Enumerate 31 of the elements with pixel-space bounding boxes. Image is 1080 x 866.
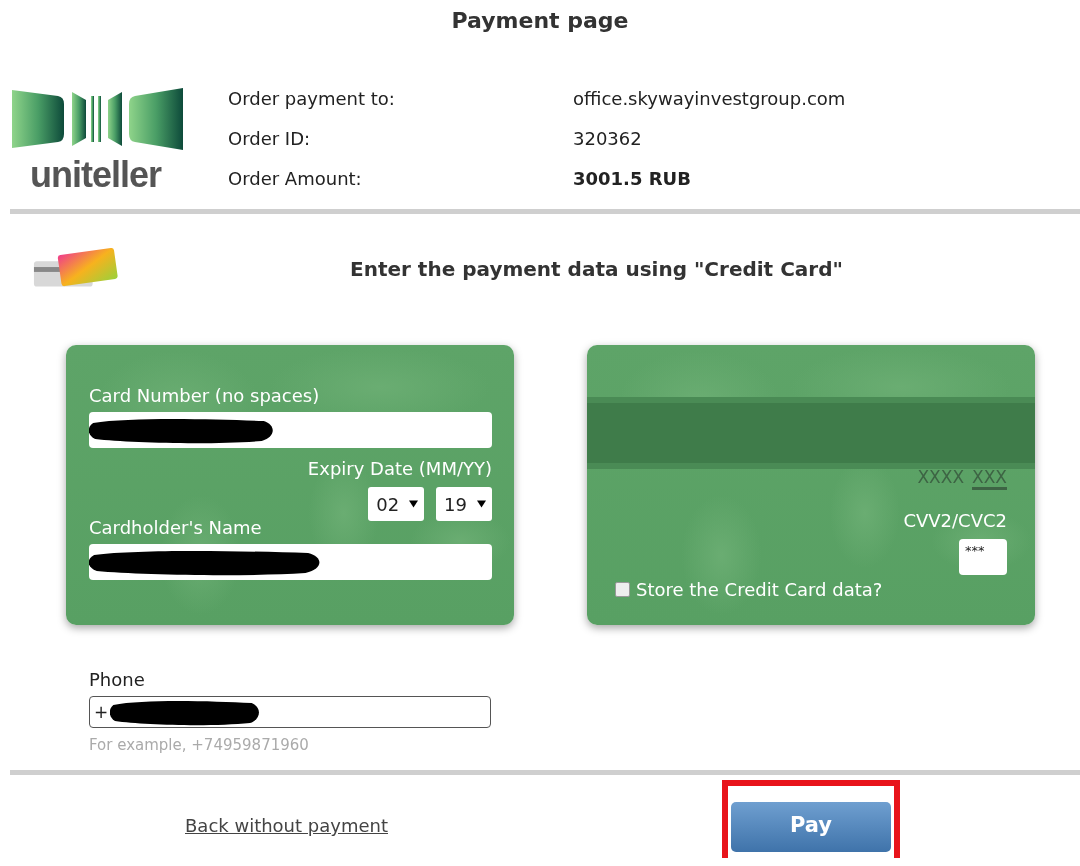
order-value: 3001.5 RUB	[573, 167, 692, 191]
section-heading: Enter the payment data using "Credit Card"	[350, 257, 843, 281]
caret-icon	[409, 500, 419, 508]
cvv-field[interactable]: ***	[959, 539, 1007, 575]
order-label: Order ID:	[228, 127, 312, 151]
order-label: Order payment to:	[228, 87, 396, 111]
field-label: Card Number (no spaces)	[89, 385, 321, 406]
checkbox[interactable]	[615, 582, 630, 597]
credit-card-icon	[32, 248, 120, 290]
order-label: Order Amount:	[228, 167, 363, 191]
field-label: Expiry Date (MM/YY)	[307, 458, 492, 479]
year-select[interactable]: 19	[436, 487, 492, 521]
field-label: Phone	[89, 669, 145, 690]
checkbox-label: Store the Credit Card data?	[636, 579, 883, 600]
order-value: office.skywayinvestgroup.com	[573, 87, 846, 111]
caret-icon	[477, 500, 486, 508]
logo-wordmark: uniteller	[30, 154, 162, 196]
pay-button[interactable]: Pay	[731, 802, 891, 852]
card-code-mask: XXXX	[917, 467, 965, 489]
field-label: CVV2/CVC2	[903, 510, 1007, 531]
hint-text: For example, +74959871960	[89, 736, 309, 754]
order-value: 320362	[573, 127, 643, 151]
logo-icon	[10, 86, 185, 152]
cardholder-name-field[interactable]	[89, 544, 492, 580]
phone-field[interactable]: +	[89, 696, 491, 728]
back-link[interactable]: Back without payment	[185, 815, 388, 836]
field-label: Cardholder's Name	[89, 517, 263, 538]
month-select[interactable]: 02	[368, 487, 425, 521]
card-code-mask: XXX	[972, 467, 1007, 490]
card-number-field[interactable]	[89, 412, 492, 448]
page-title: Payment page	[450, 7, 630, 35]
